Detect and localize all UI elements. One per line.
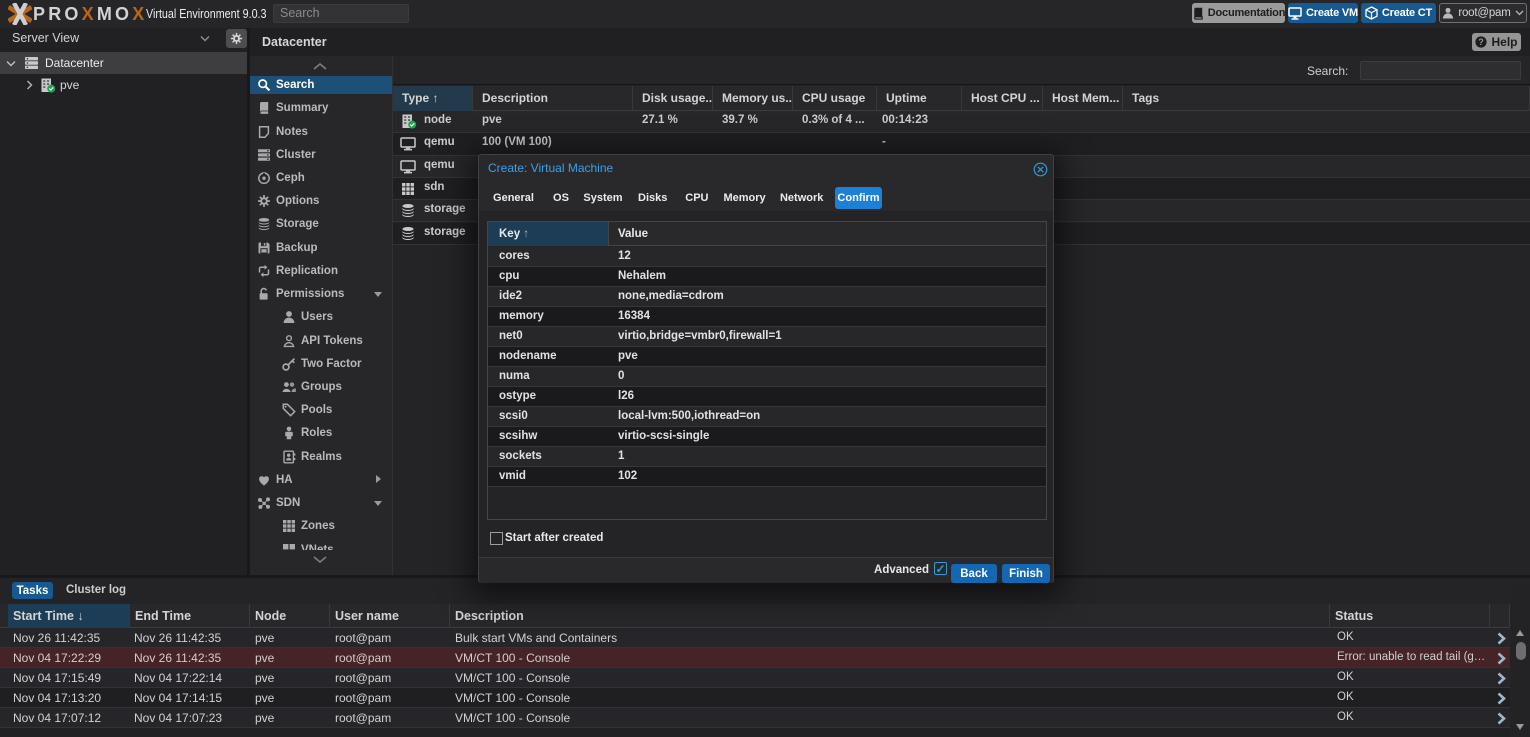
svg-text:?: ? [1479, 37, 1485, 47]
